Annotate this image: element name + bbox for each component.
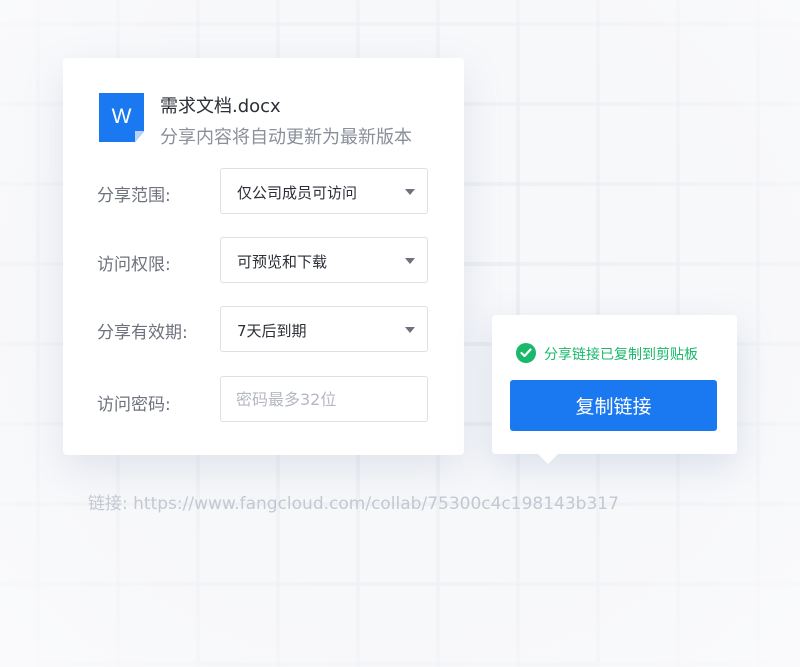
expiry-value: 7天后到期: [237, 322, 307, 340]
expiry-select[interactable]: 7天后到期: [220, 306, 428, 352]
caret-down-icon: [405, 327, 415, 333]
file-name: 需求文档.docx: [160, 96, 281, 117]
caret-down-icon: [405, 189, 415, 195]
share-scope-label: 分享范围:: [97, 186, 171, 206]
word-document-icon: W: [99, 93, 144, 142]
access-permission-label: 访问权限:: [97, 255, 171, 275]
copy-success-message: 分享链接已复制到剪贴板: [544, 347, 698, 363]
share-scope-value: 仅公司成员可访问: [237, 184, 358, 202]
copy-link-button[interactable]: 复制链接: [510, 380, 717, 431]
page-fold-icon: [135, 131, 144, 142]
copy-link-popover: 分享链接已复制到剪贴板 复制链接: [492, 315, 737, 464]
caret-down-icon: [405, 258, 415, 264]
file-subtitle: 分享内容将自动更新为最新版本: [160, 127, 412, 148]
popover-tail: [538, 454, 558, 464]
password-input[interactable]: [220, 376, 428, 422]
expiry-label: 分享有效期:: [97, 323, 188, 343]
access-permission-select[interactable]: 可预览和下载: [220, 237, 428, 283]
password-label: 访问密码:: [97, 395, 171, 415]
share-settings-card: W 需求文档.docx 分享内容将自动更新为最新版本 分享范围: 仅公司成员可访…: [63, 58, 464, 455]
access-permission-value: 可预览和下载: [237, 253, 328, 271]
share-scope-select[interactable]: 仅公司成员可访问: [220, 168, 428, 214]
check-circle-icon: [516, 343, 536, 363]
file-icon-letter: W: [111, 105, 132, 128]
share-link-text[interactable]: 链接: https://www.fangcloud.com/collab/753…: [88, 489, 619, 514]
